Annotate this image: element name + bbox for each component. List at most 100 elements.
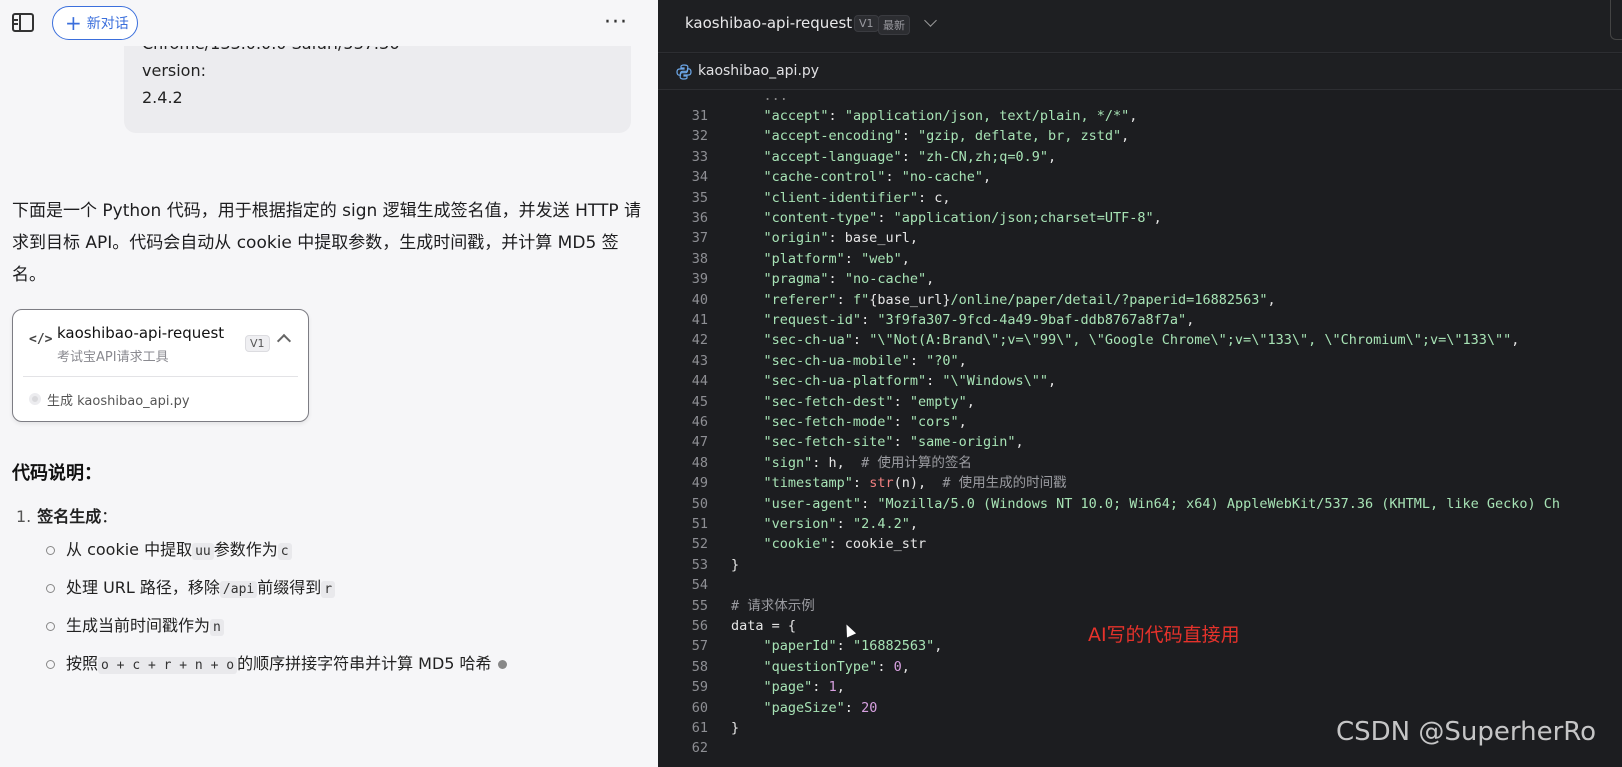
code-text: "request-id": "3f9fa307-9fcd-4a49-9baf-d…	[763, 312, 1195, 328]
sidebar-toggle-icon[interactable]	[12, 13, 34, 32]
artifact-header: kaoshibao-api-request V1 最新	[658, 0, 1622, 53]
file-tab-bar: kaoshibao_api.py	[658, 54, 1622, 90]
file-tab-label[interactable]: kaoshibao_api.py	[698, 63, 819, 79]
more-options-icon[interactable]: ···	[604, 10, 628, 35]
chevron-up-icon[interactable]	[276, 333, 292, 349]
line-number: 34	[691, 169, 708, 186]
line-number: 61	[691, 720, 708, 736]
new-chat-label: 新对话	[86, 16, 129, 32]
new-chat-button[interactable]: + 新对话	[52, 6, 138, 40]
line-number: 54	[691, 577, 708, 594]
list-item-suffix: ：	[101, 507, 118, 526]
code-icon: </>	[29, 332, 53, 347]
code-line: 51 "version": "2.4.2",	[658, 514, 1622, 534]
line-number: 40	[691, 291, 708, 308]
artifact-version-badge: V1	[245, 335, 270, 352]
code-editor[interactable]: 31 "accept": "application/json, text/pla…	[658, 88, 1622, 767]
line-number: 43	[691, 352, 708, 369]
line-number: 60	[691, 699, 708, 716]
code-text: "accept-encoding": "gzip, deflate, br, z…	[763, 128, 1130, 145]
line-number: 44	[691, 373, 708, 390]
code-text: "user-agent": "Mozilla/5.0 (Windows NT 1…	[763, 495, 1561, 512]
code-text: "cookie": cookie_str	[763, 536, 927, 553]
version-badge[interactable]: V1	[854, 15, 879, 32]
code-line: 31 "accept": "application/json, text/pla…	[658, 106, 1622, 126]
inline-code: n	[210, 619, 224, 636]
artifact-pane-title: kaoshibao-api-request	[685, 14, 853, 32]
code-text: "sec-ch-ua": "\"Not(A:Brand\";v=\"99\", …	[763, 332, 1520, 349]
code-line-partial: ...	[731, 88, 788, 104]
bullet-text: 前缀得到	[257, 578, 322, 597]
line-number: 58	[691, 658, 708, 675]
plus-icon: +	[65, 11, 82, 35]
line-number: 59	[691, 679, 708, 696]
code-line: 36 "content-type": "application/json;cha…	[658, 208, 1622, 228]
code-text: "sec-fetch-mode": "cors",	[763, 414, 967, 430]
line-number: 46	[691, 414, 708, 430]
inline-code: o + c + r + n + o	[98, 657, 238, 674]
bullet-item: 生成当前时间戳作为 n	[44, 613, 507, 651]
code-line: 33 "accept-language": "zh-CN,zh;q=0.9",	[658, 147, 1622, 167]
code-text: "sec-ch-ua-platform": "\"Windows\"",	[763, 373, 1057, 390]
code-line: 58 "questionType": 0,	[658, 657, 1622, 677]
line-number: 35	[691, 189, 708, 206]
chat-topbar: + 新对话 ···	[0, 0, 658, 46]
chevron-down-icon[interactable]	[924, 14, 937, 27]
inline-code: /api	[219, 581, 258, 598]
artifact-pane: kaoshibao-api-request V1 最新 kaoshibao_ap…	[658, 0, 1622, 767]
code-text: "pageSize": 20	[763, 699, 878, 716]
code-text: "accept": "application/json, text/plain,…	[763, 108, 1138, 124]
line-number: 53	[691, 556, 708, 573]
line-number: 52	[691, 536, 708, 553]
line-number: 31	[691, 108, 708, 124]
list-item-title: 签名生成	[37, 507, 102, 526]
code-line: 44 "sec-ch-ua-platform": "\"Windows\"",	[658, 371, 1622, 391]
bullet-text: 生成当前时间戳作为	[66, 616, 211, 635]
code-line: 38 "platform": "web",	[658, 249, 1622, 269]
code-line: 43 "sec-ch-ua-mobile": "?0",	[658, 351, 1622, 371]
code-text: "content-type": "application/json;charse…	[763, 210, 1162, 226]
python-file-icon	[676, 64, 692, 80]
line-number: 49	[691, 475, 708, 492]
bullet-item: 按照 o + c + r + n + o 的顺序拼接字符串并计算 MD5 哈希	[44, 651, 507, 689]
code-text: }	[731, 556, 740, 573]
code-text: "page": 1,	[763, 679, 845, 696]
code-line: 50 "user-agent": "Mozilla/5.0 (Windows N…	[658, 494, 1622, 514]
inline-code: r	[321, 581, 336, 598]
code-text: }	[731, 720, 740, 736]
code-line: 47 "sec-fetch-site": "same-origin",	[658, 432, 1622, 452]
panel-edge	[1610, 0, 1622, 40]
code-line: 45 "sec-fetch-dest": "empty",	[658, 392, 1622, 412]
code-line: 40 "referer": f"{base_url}/online/paper/…	[658, 290, 1622, 310]
code-line: 32 "accept-encoding": "gzip, deflate, br…	[658, 126, 1622, 146]
code-text: "paperId": "16882563",	[763, 638, 943, 655]
bullet-item: 从 cookie 中提取 uu 参数作为 c	[44, 537, 507, 575]
bullet-text: 参数作为	[213, 540, 278, 559]
line-number: 37	[691, 230, 708, 247]
code-line: 60 "pageSize": 20	[658, 698, 1622, 718]
artifact-card[interactable]: </> kaoshibao-api-request 考试宝API请求工具 V1 …	[12, 309, 309, 422]
bullet-text: 从 cookie 中提取	[66, 540, 193, 559]
code-line: 52 "cookie": cookie_str	[658, 534, 1622, 554]
code-text: "sec-fetch-dest": "empty",	[763, 393, 975, 410]
code-line: 37 "origin": base_url,	[658, 228, 1622, 248]
section-heading: 代码说明：	[12, 463, 102, 484]
divider	[23, 376, 298, 377]
bullet-text: 处理 URL 路径，移除	[66, 578, 220, 597]
chat-pane: Chrome/133.0.0.0 Safari/537.36 version: …	[0, 0, 658, 767]
line-number: 48	[691, 454, 708, 471]
typing-indicator-icon	[497, 660, 507, 669]
code-line: 55 # 请求体示例	[658, 596, 1622, 616]
bullet-text: 的顺序拼接字符串并计算 MD5 哈希	[237, 654, 492, 673]
list-number: 1.	[16, 507, 32, 526]
code-line: 59 "page": 1,	[658, 677, 1622, 697]
code-line: 46 "sec-fetch-mode": "cors",	[658, 412, 1622, 432]
bullet-text: 按照	[66, 654, 99, 673]
code-text: "platform": "web",	[763, 250, 910, 267]
line-number: 62	[691, 740, 708, 757]
code-line: 41 "request-id": "3f9fa307-9fcd-4a49-9ba…	[658, 310, 1622, 330]
line-number: 39	[691, 271, 708, 288]
line-number: 33	[691, 148, 708, 165]
code-line: 39 "pragma": "no-cache",	[658, 269, 1622, 289]
code-text: "origin": base_url,	[763, 230, 918, 247]
